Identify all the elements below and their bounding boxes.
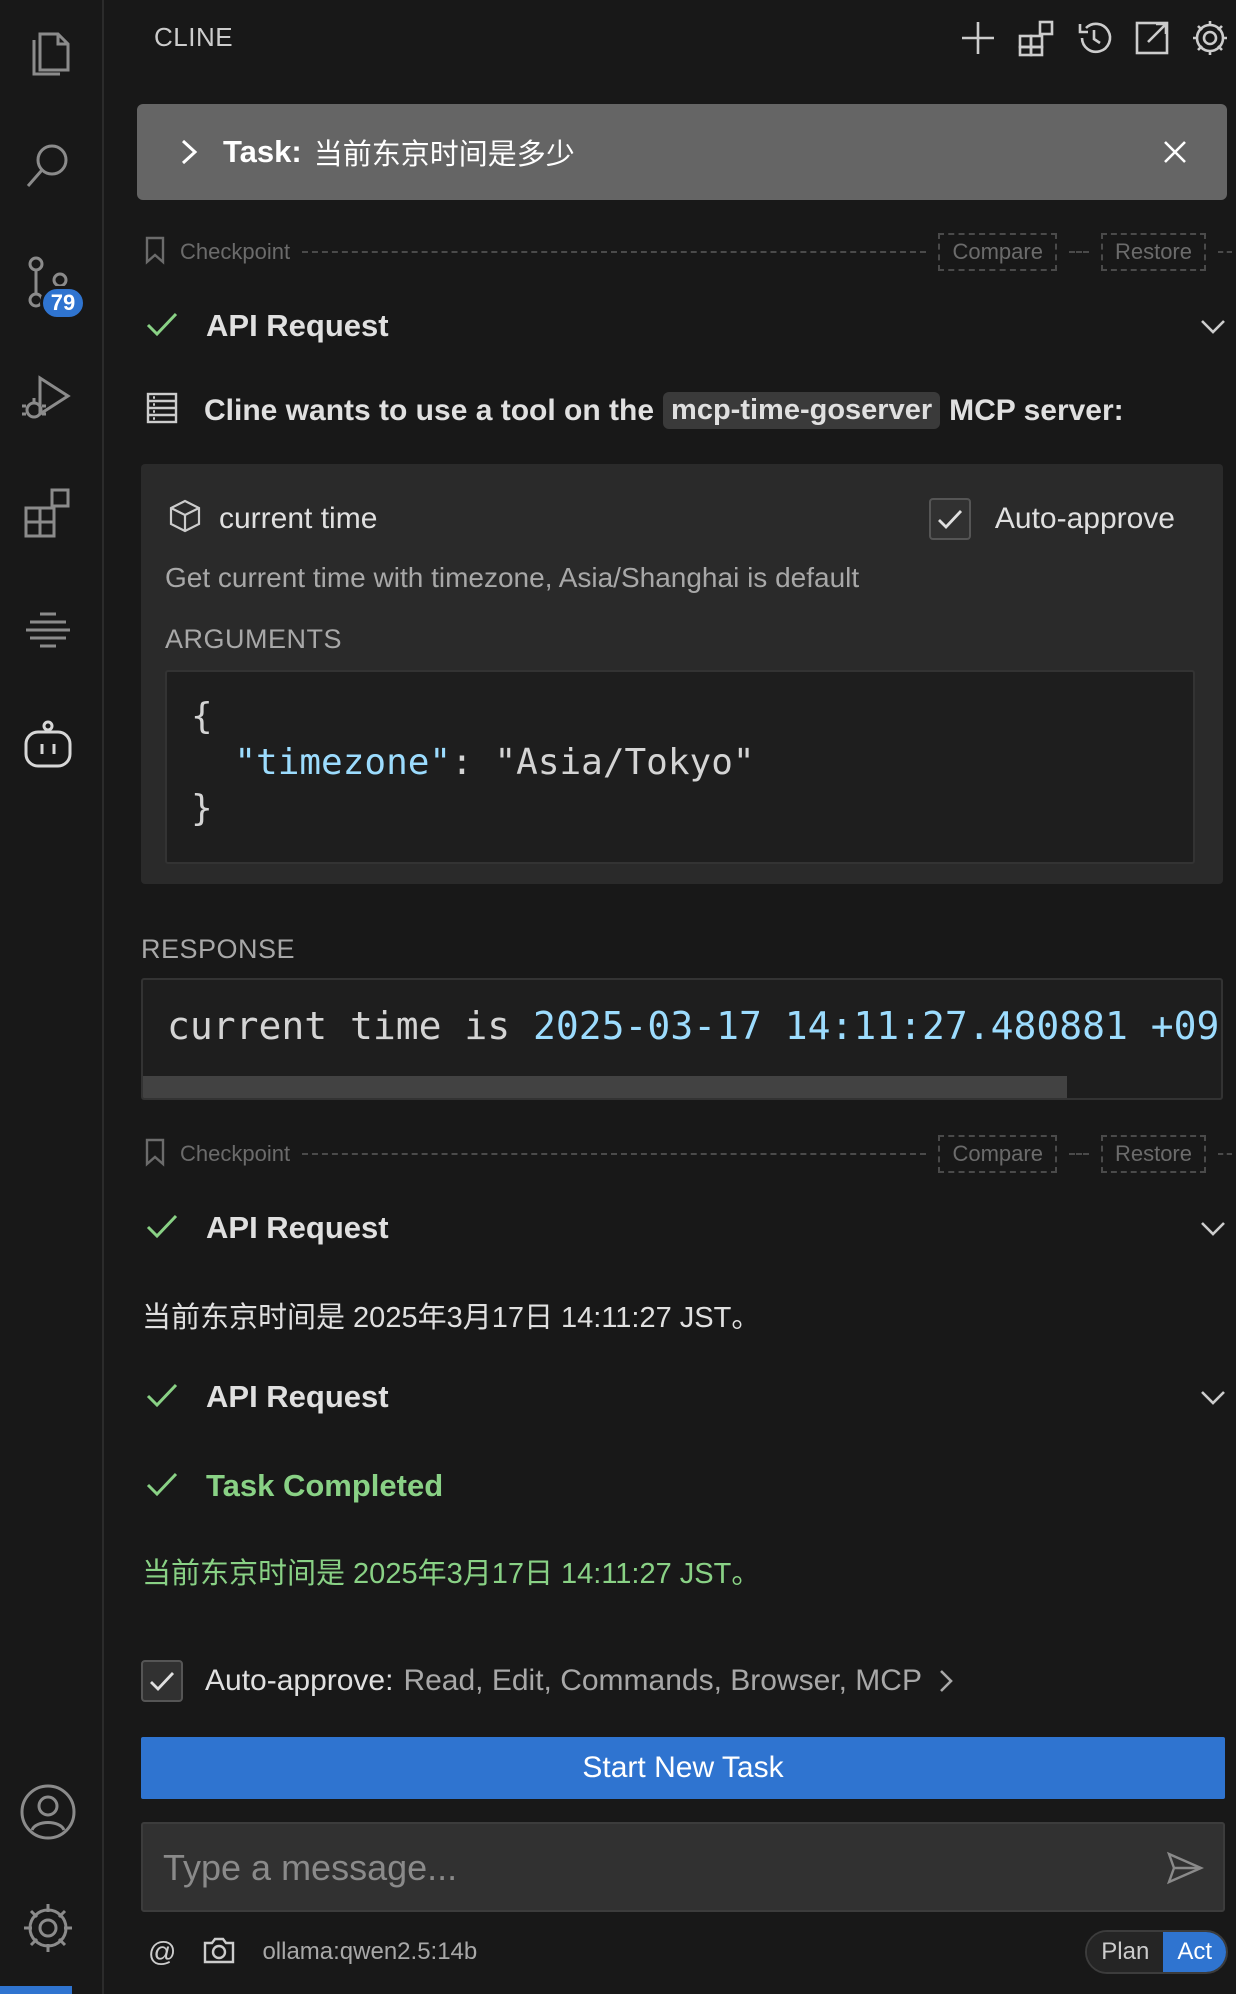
auto-approve-bar-label: Auto-approve: <box>205 1664 394 1697</box>
auto-approve-items: Read, Edit, Commands, Browser, MCP <box>403 1664 922 1697</box>
header-actions <box>952 12 1236 64</box>
chevron-down-icon[interactable] <box>1196 1380 1230 1419</box>
response-label: RESPONSE <box>141 934 296 964</box>
compare-button[interactable]: Compare <box>938 233 1057 271</box>
json-brace: } <box>191 788 213 829</box>
extensions-icon[interactable] <box>12 476 84 548</box>
checkpoint-label: Checkpoint <box>180 1141 291 1166</box>
chevron-right-icon[interactable] <box>173 137 203 167</box>
close-icon[interactable] <box>1155 132 1195 172</box>
api-request-row[interactable]: API Request <box>144 1203 1234 1253</box>
cline-panel: CLINE Task: 当前东京时间是多少 Checkpoint Compare… <box>104 0 1236 1994</box>
response-text: current time is 2025-03-17 14:11:27.4808… <box>167 1004 1219 1048</box>
act-mode-button[interactable]: Act <box>1163 1932 1226 1972</box>
bookmark-icon <box>142 1137 168 1172</box>
bookmark-icon <box>142 235 168 270</box>
mcp-servers-icon[interactable] <box>1010 12 1062 64</box>
popout-icon[interactable] <box>1126 12 1178 64</box>
tool-use-header: Cline wants to use a tool on the mcp-tim… <box>144 390 1124 431</box>
divider <box>302 251 927 253</box>
start-new-task-button[interactable]: Start New Task <box>141 1737 1225 1799</box>
auto-approve-bar[interactable]: Auto-approve: Read, Edit, Commands, Brow… <box>141 1660 960 1702</box>
divider <box>1068 1153 1089 1155</box>
arguments-code: { "timezone": "Asia/Tokyo" } <box>165 670 1195 864</box>
model-selector[interactable]: ollama:qwen2.5:14b <box>262 1938 477 1966</box>
plus-icon[interactable] <box>952 12 1004 64</box>
json-brace: { <box>191 696 213 737</box>
divider <box>1218 1153 1232 1155</box>
status-accent <box>0 1986 72 1994</box>
source-control-badge: 79 <box>40 286 86 320</box>
divider <box>302 1153 927 1155</box>
chevron-right-icon[interactable] <box>922 1663 960 1700</box>
arguments-label: ARGUMENTS <box>165 624 343 654</box>
tool-name: current time <box>219 501 378 535</box>
task-label: Task: <box>223 134 302 169</box>
activity-bar: 79 <box>0 0 104 1994</box>
restore-button[interactable]: Restore <box>1100 1135 1206 1173</box>
footer-bar: @ ollama:qwen2.5:14b Plan Act <box>148 1930 1228 1974</box>
account-icon[interactable] <box>12 1776 84 1848</box>
divider <box>1218 251 1232 253</box>
divider <box>1068 251 1089 253</box>
json-value: "Asia/Tokyo" <box>494 742 755 783</box>
tool-name-row: current time <box>167 498 377 539</box>
compare-button[interactable]: Compare <box>938 1135 1057 1173</box>
api-request-row[interactable]: API Request <box>144 1372 1234 1422</box>
check-icon <box>144 1466 180 1507</box>
tool-card: current time Auto-approve Get current ti… <box>141 464 1223 884</box>
search-icon[interactable] <box>12 130 84 202</box>
task-header[interactable]: Task: 当前东京时间是多少 <box>137 104 1227 200</box>
cline-robot-icon[interactable] <box>12 710 84 782</box>
checkpoint-row: Checkpoint Compare Restore <box>142 233 1232 271</box>
response-prefix: current time is <box>167 1004 534 1048</box>
server-icon <box>144 390 180 431</box>
api-request-label: API Request <box>206 1379 389 1414</box>
check-icon <box>144 1377 180 1418</box>
json-key: "timezone" <box>234 742 452 783</box>
check-icon <box>144 1208 180 1249</box>
tool-auto-approve[interactable]: Auto-approve <box>928 498 1175 540</box>
manage-gear-icon[interactable] <box>12 1892 84 1964</box>
auto-approve-checkbox[interactable] <box>928 498 971 540</box>
auto-approve-checkbox[interactable] <box>141 1660 183 1702</box>
task-completed-row: Task Completed <box>144 1461 1234 1511</box>
json-sep: : <box>451 742 495 783</box>
chevron-down-icon[interactable] <box>1196 1211 1230 1250</box>
response-value: 2025-03-17 14:11:27.480881 +09 <box>533 1004 1220 1048</box>
server-name: mcp-time-goserver <box>663 392 941 429</box>
message-input[interactable] <box>163 1842 1103 1894</box>
check-icon <box>144 306 180 347</box>
restore-button[interactable]: Restore <box>1100 233 1206 271</box>
mention-at-icon[interactable]: @ <box>148 1936 176 1968</box>
settings-icon[interactable] <box>1184 12 1236 64</box>
containers-icon[interactable] <box>12 592 84 664</box>
checkpoint-row: Checkpoint Compare Restore <box>142 1135 1232 1173</box>
plan-act-toggle[interactable]: Plan Act <box>1085 1930 1228 1974</box>
camera-icon[interactable] <box>202 1935 236 1970</box>
api-request-row[interactable]: API Request <box>144 301 1234 351</box>
send-icon[interactable] <box>1165 1848 1205 1893</box>
panel-title: CLINE <box>154 22 234 52</box>
api-request-label: API Request <box>206 308 389 343</box>
response-box: current time is 2025-03-17 14:11:27.4808… <box>141 978 1223 1100</box>
run-debug-icon[interactable] <box>12 360 84 432</box>
history-icon[interactable] <box>1068 12 1120 64</box>
tool-use-prefix: Cline wants to use a tool on the <box>204 393 655 427</box>
auto-approve-label: Auto-approve <box>994 502 1175 535</box>
files-icon[interactable] <box>12 18 84 90</box>
plan-mode-button[interactable]: Plan <box>1087 1932 1164 1972</box>
api-request-label: API Request <box>206 1210 389 1245</box>
tool-use-suffix: MCP server: <box>949 393 1124 427</box>
tool-description: Get current time with timezone, Asia/Sha… <box>165 562 860 593</box>
task-completed-label: Task Completed <box>206 1468 444 1503</box>
checkpoint-label: Checkpoint <box>180 239 291 264</box>
chevron-down-icon[interactable] <box>1196 309 1230 348</box>
task-completed-text: 当前东京时间是 2025年3月17日 14:11:27 JST。 <box>142 1558 761 1590</box>
task-text: 当前东京时间是多少 <box>313 139 575 171</box>
message-input-container <box>141 1822 1225 1912</box>
horizontal-scrollbar[interactable] <box>143 1076 1067 1098</box>
assistant-message: 当前东京时间是 2025年3月17日 14:11:27 JST。 <box>142 1302 761 1334</box>
cube-icon <box>167 498 203 539</box>
